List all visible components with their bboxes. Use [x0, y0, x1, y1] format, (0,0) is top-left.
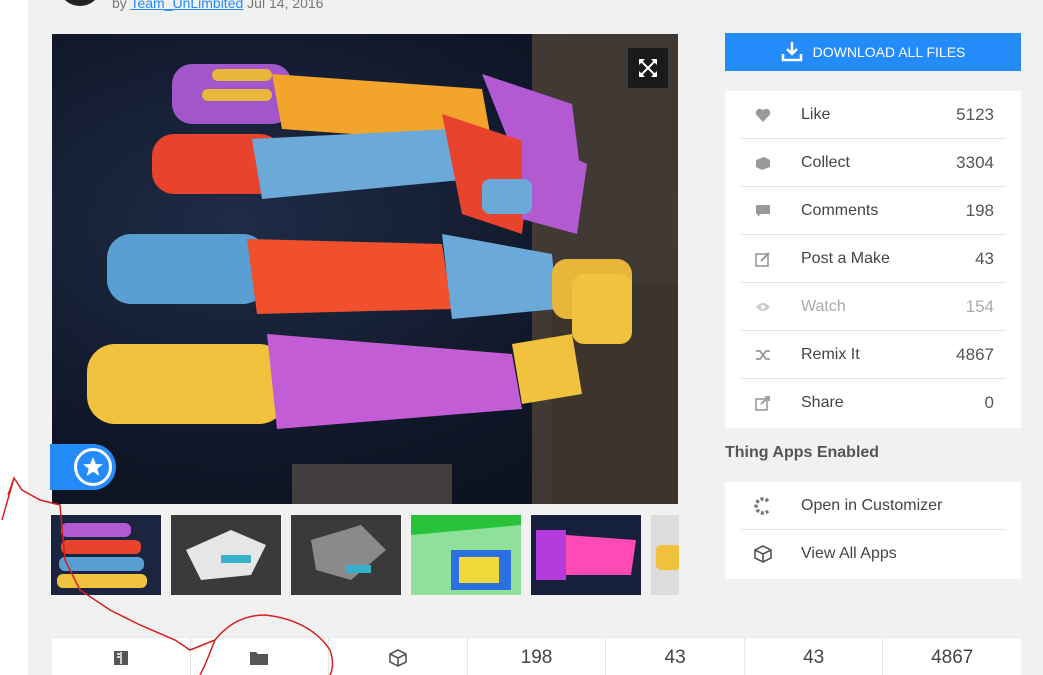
download-all-files-button[interactable]: DOWNLOAD ALL FILES: [725, 33, 1021, 71]
post-a-make-label: Post a Make: [801, 249, 890, 267]
thumbnail-2[interactable]: [171, 515, 281, 595]
remix-it-count: 4867: [956, 344, 994, 364]
thumbnail-strip: [51, 515, 679, 595]
view-all-apps-label: View All Apps: [801, 545, 897, 562]
tab-files[interactable]: [191, 638, 330, 675]
watch-count: 154: [965, 296, 994, 316]
stats-panel: Like 5123 Collect 3304 Comments 198 Post…: [725, 91, 1021, 428]
tab-makes[interactable]: 43: [606, 638, 745, 675]
cube-icon: [389, 648, 407, 667]
open-in-customizer-link[interactable]: Open in Customizer: [741, 482, 1006, 530]
watch-label: Watch: [801, 297, 846, 315]
fullscreen-button[interactable]: [628, 48, 668, 88]
download-icon: [781, 42, 802, 62]
collect-count: 3304: [956, 152, 994, 172]
shuffle-icon: [741, 348, 801, 362]
tab-remix-count[interactable]: 4867: [883, 638, 1021, 675]
tab-remixes[interactable]: 43: [745, 638, 884, 675]
tab-3d-view[interactable]: [329, 638, 468, 675]
collect-button[interactable]: Collect 3304: [741, 139, 1006, 187]
featured-badge[interactable]: [50, 444, 116, 490]
post-a-make-count: 43: [975, 248, 994, 268]
publish-date: Jul 14, 2016: [247, 0, 324, 11]
author-link[interactable]: Team_UnLimbited: [130, 0, 243, 11]
byline: by Team_UnLimbited Jul 14, 2016: [112, 0, 323, 11]
byline-prefix: by: [112, 0, 127, 11]
thumbnail-1[interactable]: [51, 515, 161, 595]
download-label: DOWNLOAD ALL FILES: [812, 44, 966, 60]
share-count: 0: [984, 393, 994, 412]
prosthetic-hands-photo: [87, 34, 678, 504]
comments-count: 198: [965, 200, 994, 220]
thing-tabs-bar: 198 43 43 4867: [52, 637, 1021, 675]
post-a-make-button[interactable]: Post a Make 43: [741, 235, 1006, 283]
like-label: Like: [801, 105, 831, 123]
thumbnail-6[interactable]: [651, 515, 679, 595]
collect-icon: [741, 156, 801, 170]
open-in-customizer-label: Open in Customizer: [801, 496, 943, 514]
comments-button[interactable]: Comments 198: [741, 187, 1006, 235]
thing-apps-panel: Open in Customizer View All Apps: [725, 482, 1021, 579]
like-button[interactable]: Like 5123: [741, 91, 1006, 139]
remix-it-label: Remix It: [801, 345, 860, 363]
comment-icon: [741, 204, 801, 218]
thumbnail-3[interactable]: [291, 515, 401, 595]
tab-details[interactable]: [52, 638, 191, 675]
thumbnail-5[interactable]: [531, 515, 641, 595]
cube-icon: [741, 544, 801, 564]
tab-comments[interactable]: 198: [468, 638, 607, 675]
heart-icon: [741, 108, 801, 122]
remix-it-button[interactable]: Remix It 4867: [741, 331, 1006, 379]
eye-icon: [741, 301, 801, 313]
share-button[interactable]: Share 0: [741, 379, 1006, 427]
thumbnail-4[interactable]: [411, 515, 521, 595]
view-all-apps-link[interactable]: View All Apps: [741, 530, 1006, 578]
main-thing-image[interactable]: [52, 34, 678, 504]
like-count: 5123: [956, 104, 994, 124]
watch-button[interactable]: Watch 154: [741, 283, 1006, 331]
book-icon: [113, 650, 128, 665]
edit-icon: [741, 251, 801, 267]
share-icon: [741, 395, 801, 411]
star-icon: [74, 448, 112, 486]
collect-label: Collect: [801, 153, 850, 171]
customizer-icon: [741, 496, 801, 516]
folder-icon: [250, 651, 269, 665]
share-label: Share: [801, 394, 844, 411]
comments-label: Comments: [801, 201, 879, 219]
thing-apps-title: Thing Apps Enabled: [725, 444, 880, 461]
expand-icon: [639, 59, 657, 77]
